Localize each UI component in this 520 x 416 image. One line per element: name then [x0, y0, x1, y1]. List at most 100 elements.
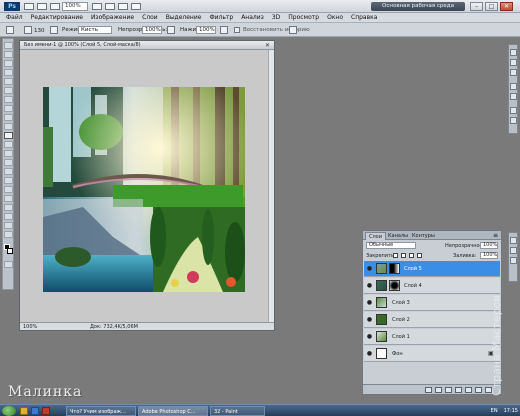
hand-tool-panel-icon[interactable]: [4, 222, 13, 229]
new-group-icon[interactable]: [465, 387, 472, 393]
zoom-level-field[interactable]: 100%: [62, 2, 88, 11]
blur-tool-icon[interactable]: [4, 150, 13, 157]
taskbar-item-paint[interactable]: 32 - Paint: [210, 406, 265, 416]
clone-stamp-tool-icon[interactable]: [4, 114, 13, 121]
document-tab-title[interactable]: Без имени-1 @ 100% (Слой 5, Слой-маска/8…: [20, 41, 274, 50]
layer-row-layer-1[interactable]: ● Слой 1: [364, 329, 500, 345]
vertical-scrollbar[interactable]: [268, 50, 274, 323]
type-tool-icon[interactable]: [4, 177, 13, 184]
layer-opacity-field[interactable]: 100%: [480, 242, 498, 249]
clock[interactable]: 17:15: [504, 406, 518, 416]
panel-menu-icon[interactable]: ≡: [493, 232, 498, 239]
history-panel-icon[interactable]: [510, 107, 517, 114]
3d-orbit-tool-icon[interactable]: [4, 213, 13, 220]
erase-history-checkbox[interactable]: [234, 27, 240, 33]
eye-icon[interactable]: ●: [366, 282, 373, 289]
status-zoom[interactable]: 100%: [23, 323, 37, 331]
quicklaunch-ie-icon[interactable]: [31, 407, 39, 415]
eraser-tool-icon[interactable]: [6, 26, 14, 34]
opacity-field[interactable]: 100%: [142, 26, 162, 34]
layer-mask-thumbnail[interactable]: [389, 263, 400, 274]
maximize-button[interactable]: □: [485, 2, 498, 11]
tab-channels[interactable]: Каналы: [385, 232, 411, 240]
styles-panel-icon[interactable]: [510, 69, 517, 76]
blend-mode-select[interactable]: Обычные: [366, 242, 416, 249]
menu-image[interactable]: Изображение: [91, 14, 134, 21]
arrange-documents-icon[interactable]: [118, 3, 128, 10]
pen-tool-icon[interactable]: [4, 168, 13, 175]
eraser-tool-active-icon[interactable]: [4, 132, 13, 139]
tablet-opacity-icon[interactable]: [167, 26, 175, 34]
swatches-panel-icon[interactable]: [510, 59, 517, 66]
layer-row-layer-4[interactable]: ● Слой 4: [364, 278, 500, 294]
layers-panel-icon[interactable]: [510, 237, 517, 244]
menu-view[interactable]: Просмотр: [288, 14, 319, 21]
tablet-size-icon[interactable]: [289, 26, 297, 34]
minimize-button[interactable]: –: [470, 2, 483, 11]
workspace-button[interactable]: Основная рабочая среда: [371, 2, 465, 11]
layer-style-icon[interactable]: [435, 387, 442, 393]
tab-layers[interactable]: Слои: [365, 232, 386, 240]
layer-mask-thumbnail[interactable]: [389, 280, 400, 291]
actions-panel-icon[interactable]: [510, 117, 517, 124]
status-doc-size[interactable]: Док: 732,4K/5,06M: [90, 323, 138, 331]
color-panel-icon[interactable]: [510, 49, 517, 56]
screen-mode-icon[interactable]: [131, 3, 141, 10]
close-button[interactable]: ✕: [500, 2, 513, 11]
menu-help[interactable]: Справка: [351, 14, 377, 21]
airbrush-icon[interactable]: [220, 26, 228, 34]
hand-tool-icon[interactable]: [92, 3, 102, 10]
lasso-tool-icon[interactable]: [4, 60, 13, 67]
eyedropper-tool-icon[interactable]: [4, 87, 13, 94]
view-extras-icon[interactable]: [50, 3, 60, 10]
eye-icon[interactable]: ●: [366, 316, 373, 323]
add-mask-icon[interactable]: [445, 387, 452, 393]
brush-panel-icon[interactable]: [50, 26, 58, 34]
path-select-tool-icon[interactable]: [4, 186, 13, 193]
quick-mask-icon[interactable]: [4, 261, 13, 268]
fill-field[interactable]: 100%: [480, 252, 498, 259]
channels-panel-icon[interactable]: [510, 247, 517, 254]
zoom-tool-panel-icon[interactable]: [4, 231, 13, 238]
eye-icon[interactable]: ●: [366, 350, 373, 357]
background-color-swatch[interactable]: [7, 248, 13, 254]
eye-icon[interactable]: ●: [366, 299, 373, 306]
lock-image-icon[interactable]: [401, 253, 406, 258]
gradient-tool-icon[interactable]: [4, 141, 13, 148]
lock-transparent-icon[interactable]: [393, 253, 398, 258]
eye-icon[interactable]: ●: [366, 265, 373, 272]
document-close-icon[interactable]: ✕: [264, 42, 271, 49]
zoom-tool-icon[interactable]: [105, 3, 115, 10]
healing-brush-tool-icon[interactable]: [4, 96, 13, 103]
crop-tool-icon[interactable]: [4, 78, 13, 85]
marquee-tool-icon[interactable]: [4, 51, 13, 58]
layer-row-layer-5[interactable]: ● Слой 5: [364, 261, 500, 277]
menu-edit[interactable]: Редактирование: [31, 14, 83, 21]
quick-select-tool-icon[interactable]: [4, 69, 13, 76]
move-tool-icon[interactable]: [4, 42, 13, 49]
quicklaunch-opera-icon[interactable]: [42, 407, 50, 415]
brush-tool-icon[interactable]: [4, 105, 13, 112]
adjustment-layer-icon[interactable]: [455, 387, 462, 393]
bridge-icon[interactable]: [24, 3, 34, 10]
mini-bridge-icon[interactable]: [37, 3, 47, 10]
adjustments-panel-icon[interactable]: [510, 83, 517, 90]
new-layer-icon[interactable]: [475, 387, 482, 393]
lock-position-icon[interactable]: [409, 253, 414, 258]
paths-panel-icon[interactable]: [510, 257, 517, 264]
brush-preset-icon[interactable]: [24, 26, 32, 34]
menu-analysis[interactable]: Анализ: [241, 14, 264, 21]
shape-tool-icon[interactable]: [4, 195, 13, 202]
menu-window[interactable]: Окно: [327, 14, 343, 21]
layer-row-layer-3[interactable]: ● Слой 3: [364, 295, 500, 311]
layer-row-layer-2[interactable]: ● Слой 2: [364, 312, 500, 328]
eye-icon[interactable]: ●: [366, 333, 373, 340]
tab-paths[interactable]: Контуры: [409, 232, 438, 240]
history-brush-tool-icon[interactable]: [4, 123, 13, 130]
taskbar-item-photoshop[interactable]: Adobe Photoshop C...: [138, 406, 208, 416]
menu-layers[interactable]: Слои: [142, 14, 158, 21]
start-button[interactable]: [2, 406, 16, 416]
3d-rotate-tool-icon[interactable]: [4, 204, 13, 211]
dodge-tool-icon[interactable]: [4, 159, 13, 166]
menu-select[interactable]: Выделение: [166, 14, 202, 21]
